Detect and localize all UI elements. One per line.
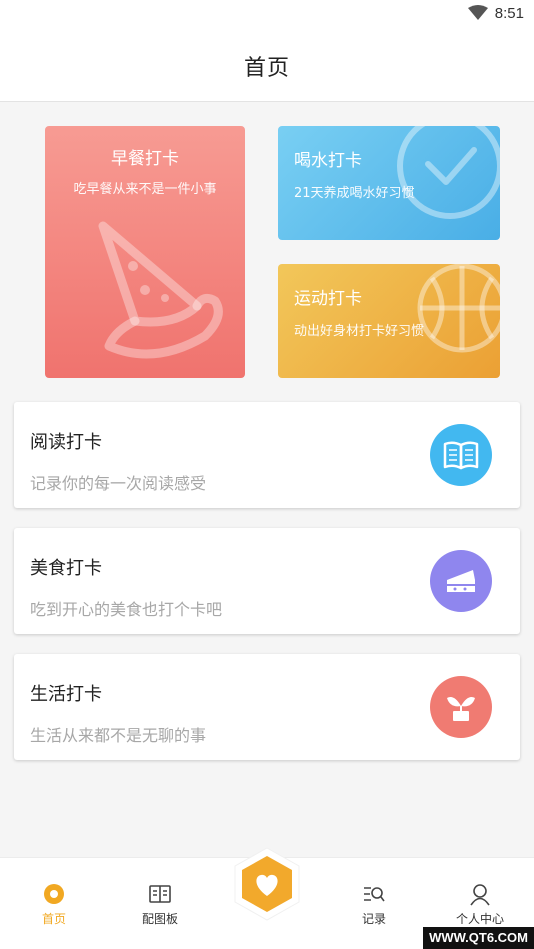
search-list-icon bbox=[334, 882, 414, 906]
check-circle-icon bbox=[390, 126, 500, 230]
status-time: 8:51 bbox=[494, 5, 524, 22]
tab-label: 个人中心 bbox=[455, 912, 504, 926]
tab-label: 记录 bbox=[361, 912, 386, 926]
page-title: 首页 bbox=[243, 55, 290, 81]
water-card[interactable]: 喝水打卡 21天养成喝水好习惯 bbox=[278, 126, 500, 240]
list-item-subtitle: 生活从来都不是无聊的事 bbox=[30, 726, 207, 745]
list-item-subtitle: 吃到开心的美食也打个卡吧 bbox=[30, 600, 223, 619]
gallery-board-icon bbox=[120, 882, 200, 906]
open-book-icon bbox=[430, 424, 492, 486]
list-item-title: 生活打卡 bbox=[30, 684, 102, 705]
food-card[interactable]: 美食打卡 吃到开心的美食也打个卡吧 bbox=[14, 528, 520, 634]
pizza-slice-icon bbox=[75, 206, 235, 370]
list-item-subtitle: 记录你的每一次阅读感受 bbox=[30, 474, 207, 493]
tab-label: 首页 bbox=[41, 912, 66, 926]
breakfast-subtitle: 吃早餐从来不是一件小事 bbox=[73, 182, 217, 197]
sport-subtitle: 动出好身材打卡好习惯 bbox=[294, 324, 425, 339]
breakfast-title: 早餐打卡 bbox=[111, 149, 179, 169]
watermark: WWW.QT6.COM bbox=[423, 927, 534, 949]
tab-profile[interactable]: 个人中心 bbox=[440, 882, 520, 927]
center-heart-button[interactable] bbox=[227, 846, 307, 938]
sprout-pot-icon bbox=[430, 676, 492, 738]
reading-card[interactable]: 阅读打卡 记录你的每一次阅读感受 bbox=[14, 402, 520, 508]
water-title: 喝水打卡 bbox=[294, 151, 362, 171]
list-item-title: 美食打卡 bbox=[30, 558, 102, 579]
sport-card[interactable]: 运动打卡 动出好身材打卡好习惯 bbox=[278, 264, 500, 378]
basketball-icon bbox=[412, 264, 500, 362]
person-icon bbox=[440, 882, 520, 906]
tab-gallery[interactable]: 配图板 bbox=[120, 882, 200, 927]
nav-bar: 首页 bbox=[0, 30, 534, 102]
home-dot-icon bbox=[14, 882, 94, 906]
water-subtitle: 21天养成喝水好习惯 bbox=[294, 186, 415, 201]
cake-slice-icon bbox=[430, 550, 492, 612]
tab-home[interactable]: 首页 bbox=[14, 882, 94, 927]
status-bar: 8:51 bbox=[0, 0, 534, 30]
heart-hexagon-icon bbox=[234, 847, 300, 921]
wifi-icon bbox=[468, 5, 488, 25]
life-card[interactable]: 生活打卡 生活从来都不是无聊的事 bbox=[14, 654, 520, 760]
tab-records[interactable]: 记录 bbox=[334, 882, 414, 927]
tab-label: 配图板 bbox=[141, 912, 178, 926]
list-item-title: 阅读打卡 bbox=[30, 432, 102, 453]
breakfast-card[interactable]: 早餐打卡 吃早餐从来不是一件小事 bbox=[45, 126, 245, 378]
sport-title: 运动打卡 bbox=[294, 289, 362, 309]
